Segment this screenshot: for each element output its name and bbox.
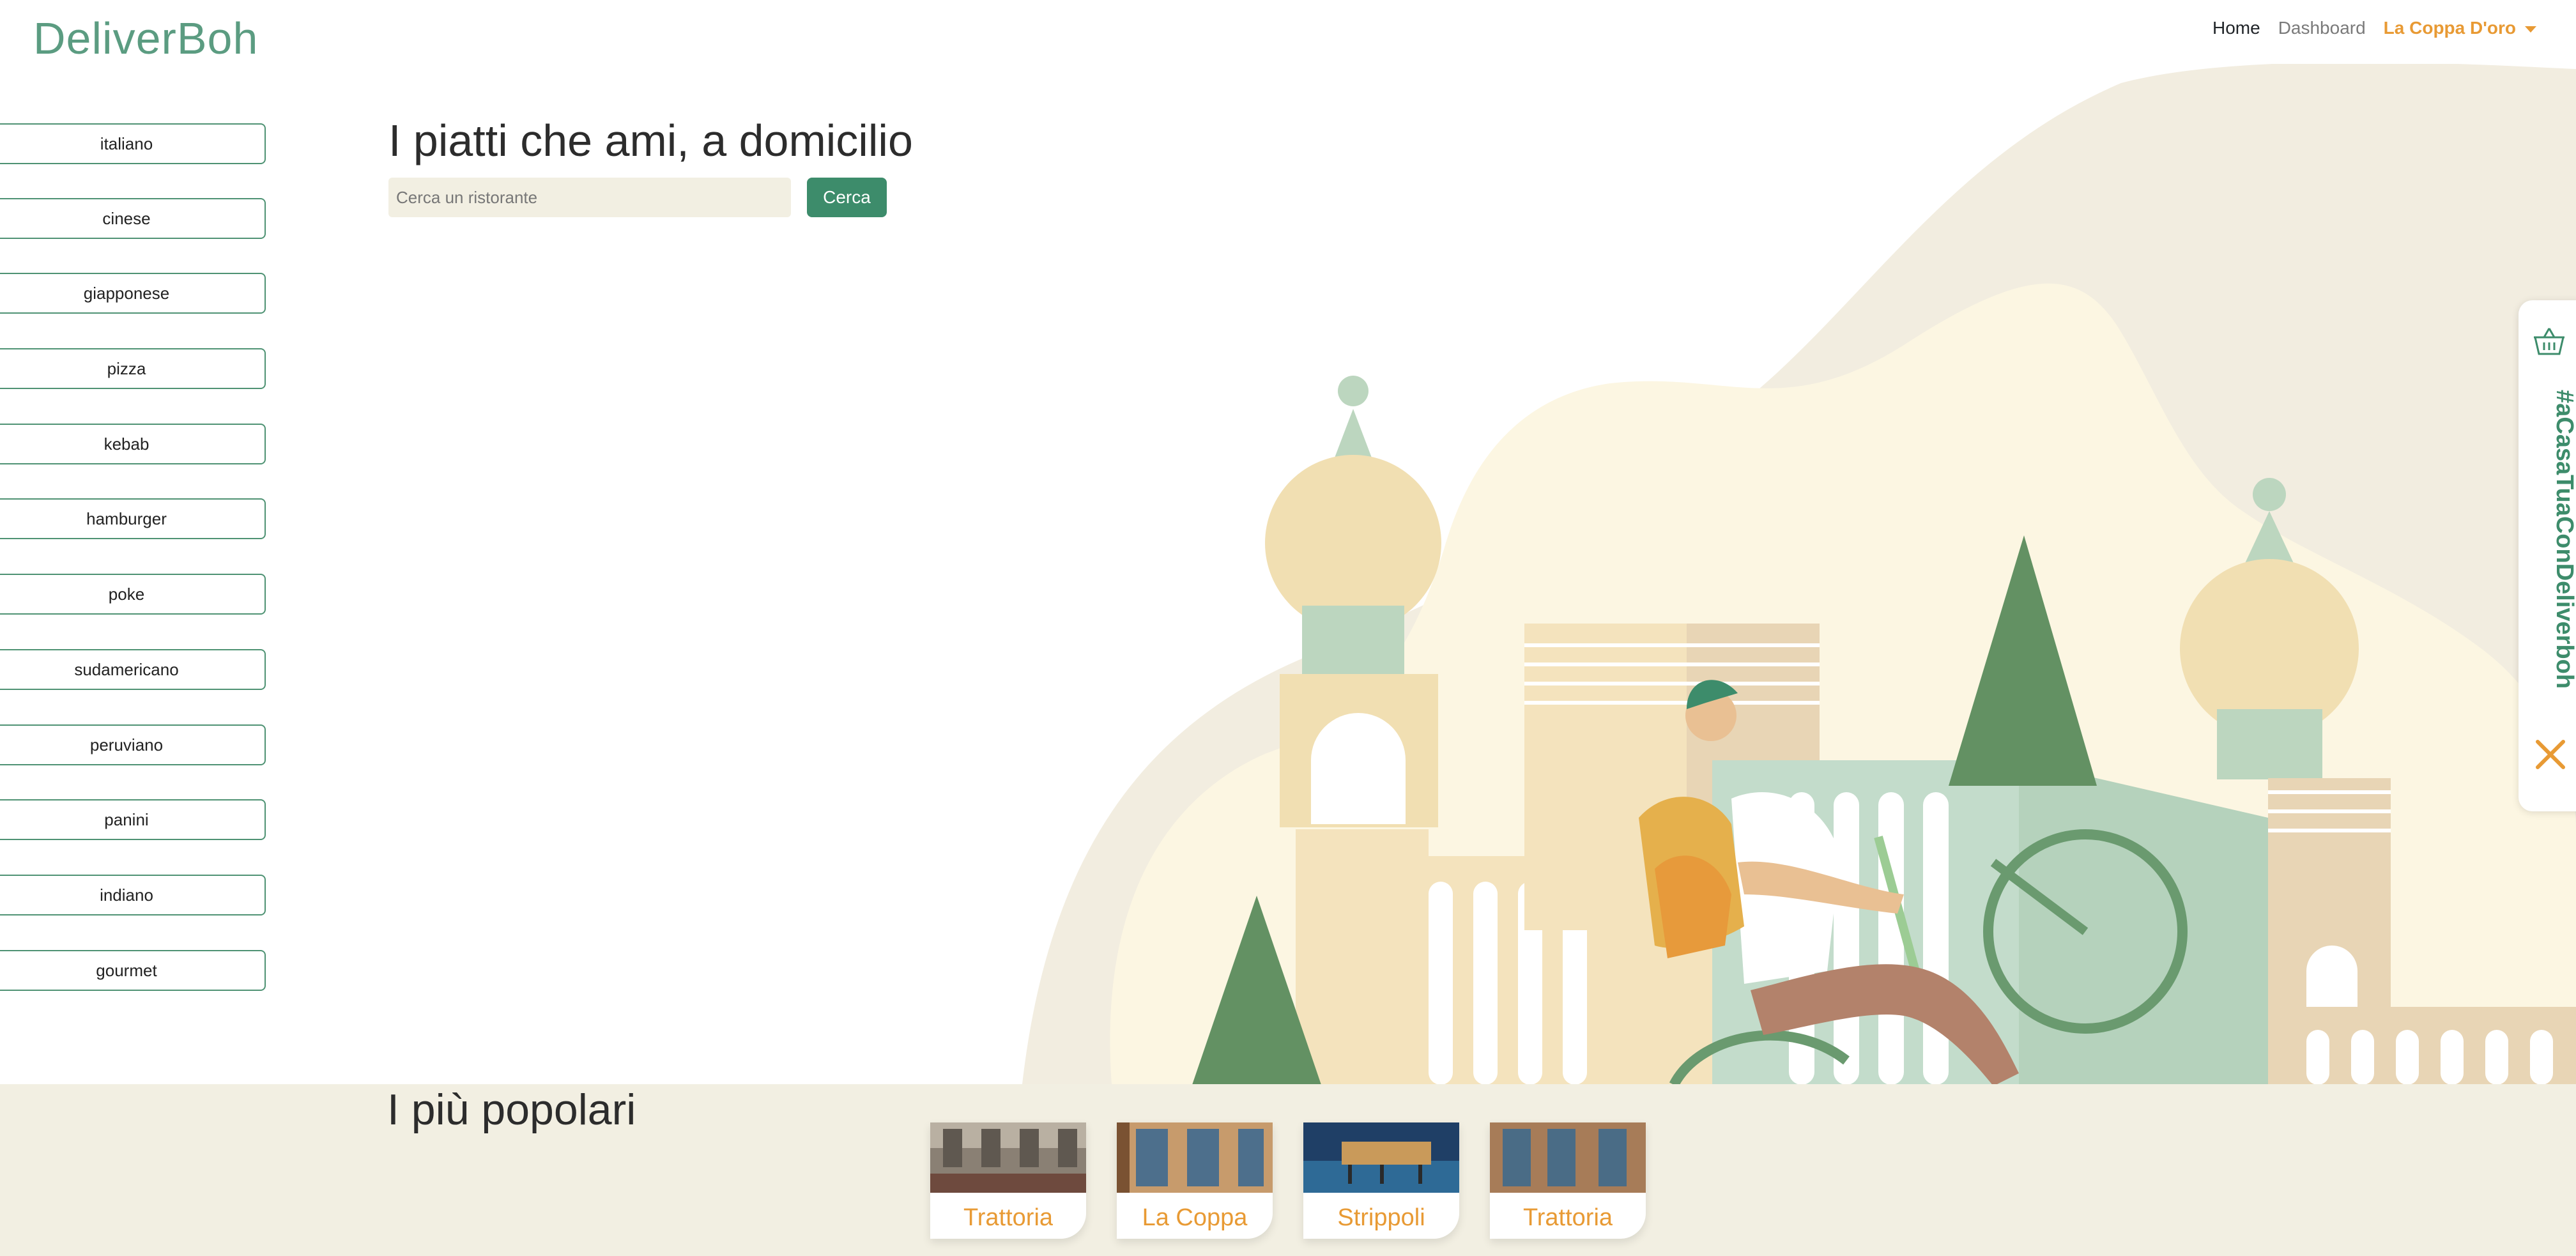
user-menu-label: La Coppa D'oro — [2383, 18, 2516, 38]
category-button-poke[interactable]: poke — [0, 574, 266, 615]
category-button-italiano[interactable]: italiano — [0, 123, 266, 164]
category-button-kebab[interactable]: kebab — [0, 424, 266, 464]
restaurant-name: Strippoli — [1337, 1204, 1425, 1231]
category-button-giapponese[interactable]: giapponese — [0, 273, 266, 314]
basket-icon[interactable] — [2531, 326, 2567, 361]
close-icon[interactable] — [2534, 738, 2567, 774]
hero-title: I piatti che ami, a domicilio — [388, 116, 913, 165]
restaurant-card[interactable]: Trattoria — [1490, 1122, 1646, 1239]
category-button-peruviano[interactable]: peruviano — [0, 724, 266, 765]
category-button-sudamericano[interactable]: sudamericano — [0, 649, 266, 690]
chevron-down-icon — [2525, 26, 2536, 33]
side-cart-tab: #aCasaTuaConDeliverboh — [2518, 300, 2576, 811]
restaurant-card[interactable]: Strippoli — [1303, 1122, 1459, 1239]
category-button-cinese[interactable]: cinese — [0, 198, 266, 239]
restaurant-search-input[interactable] — [388, 178, 791, 217]
search-button[interactable]: Cerca — [807, 178, 887, 217]
brand-logo-text: DeliverBoh — [33, 13, 259, 63]
popular-title: I più popolari — [387, 1085, 636, 1134]
restaurant-name: Trattoria — [1522, 1204, 1613, 1231]
hashtag-text: #aCasaTuaConDeliverboh — [2551, 390, 2576, 689]
nav-dashboard-link[interactable]: Dashboard — [2278, 18, 2366, 38]
restaurant-thumbnail — [930, 1122, 1086, 1193]
restaurant-card[interactable]: Trattoria — [930, 1122, 1086, 1239]
category-button-pizza[interactable]: pizza — [0, 348, 266, 389]
restaurant-card[interactable]: La Coppa — [1117, 1122, 1273, 1239]
hero-illustration — [1022, 64, 2576, 1086]
restaurant-thumbnail — [1303, 1122, 1459, 1193]
category-button-indiano[interactable]: indiano — [0, 875, 266, 915]
restaurant-thumbnail — [1490, 1122, 1646, 1193]
nav-home-link[interactable]: Home — [2212, 18, 2260, 38]
category-button-gourmet[interactable]: gourmet — [0, 950, 266, 991]
restaurant-name: Trattoria — [963, 1204, 1054, 1231]
top-nav: Home Dashboard La Coppa D'oro — [2212, 18, 2536, 38]
restaurant-name: La Coppa — [1142, 1204, 1248, 1231]
category-button-panini[interactable]: panini — [0, 799, 266, 840]
category-button-hamburger[interactable]: hamburger — [0, 498, 266, 539]
restaurant-thumbnail — [1117, 1122, 1273, 1193]
popular-section — [0, 1084, 2576, 1256]
user-menu-dropdown[interactable]: La Coppa D'oro — [2384, 18, 2536, 38]
